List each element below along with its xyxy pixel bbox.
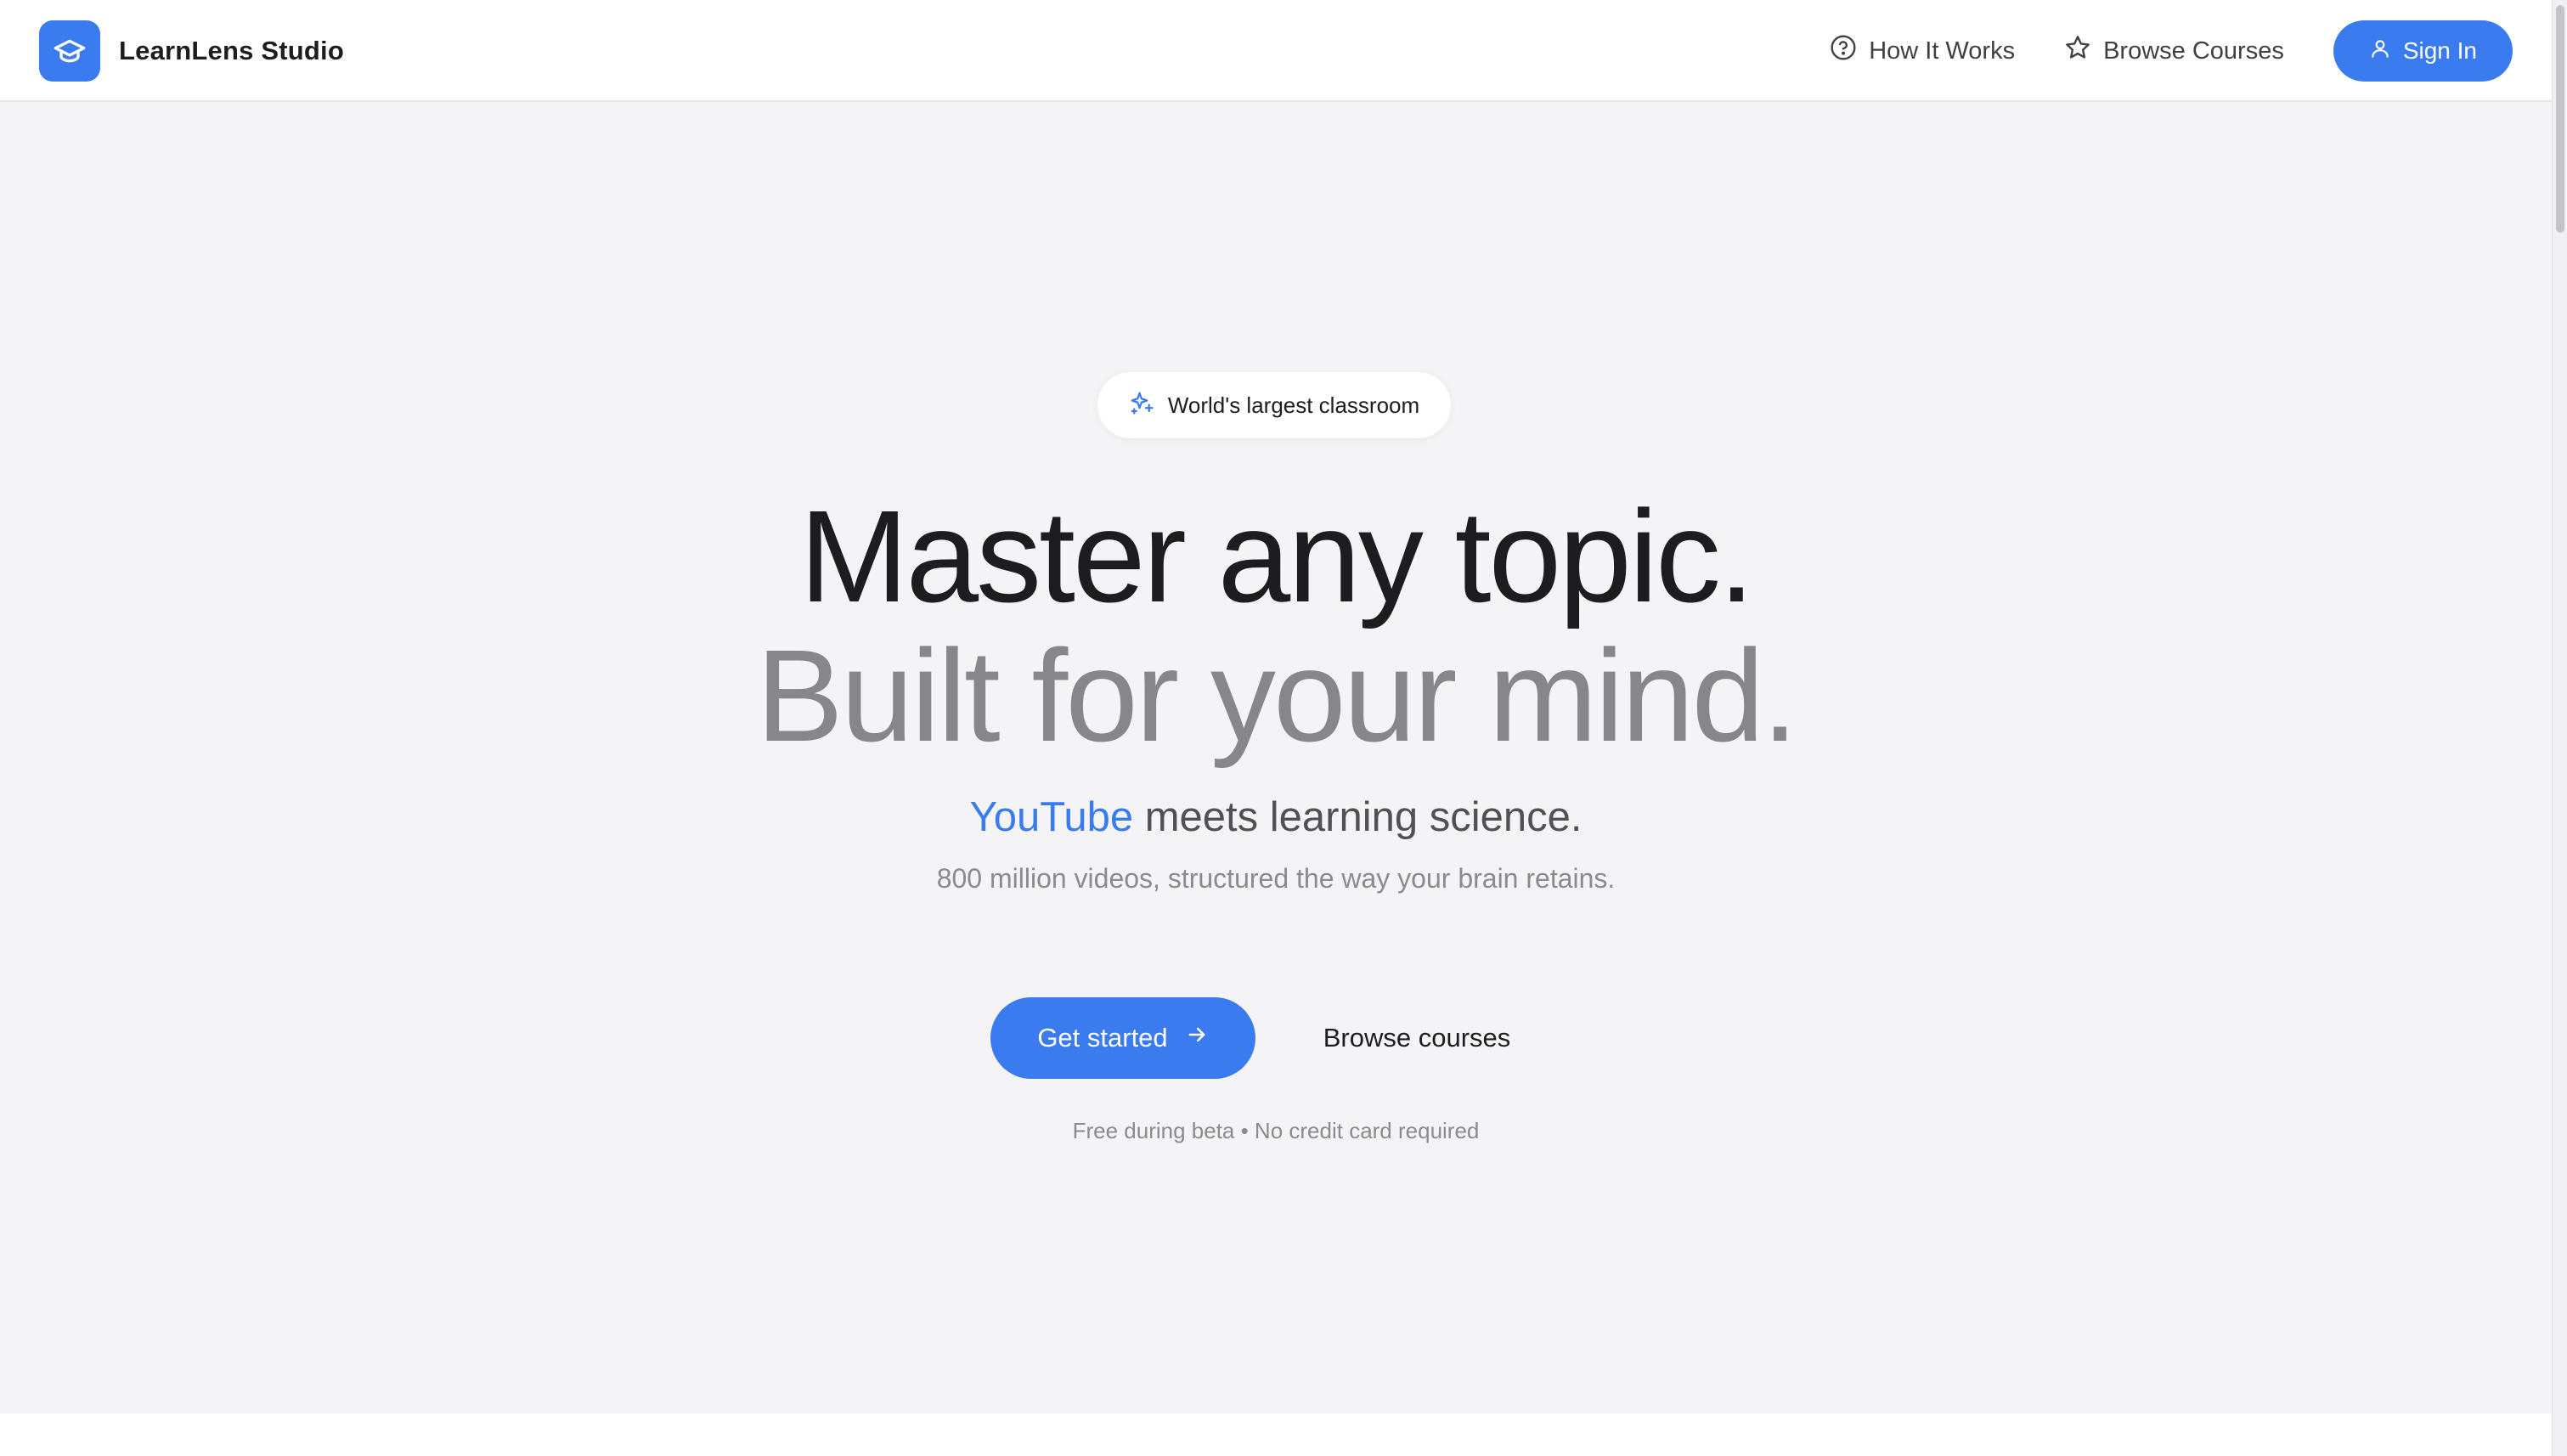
browse-courses-button[interactable]: Browse courses — [1300, 997, 1534, 1079]
hero-subline: 800 million videos, structured the way y… — [936, 863, 1616, 894]
page-scrollbar[interactable] — [2552, 0, 2567, 1456]
top-navbar: LearnLens Studio How It Works Browse Cou… — [0, 0, 2552, 102]
beta-note: Free during beta • No credit card requir… — [1072, 1118, 1480, 1143]
hero-tagline: YouTube meets learning science. — [0, 793, 2552, 841]
star-icon — [2064, 34, 2091, 68]
hero-headline-secondary: Built for your mind. — [756, 623, 1798, 769]
get-started-label: Get started — [1037, 1023, 1168, 1052]
main-nav: How It Works Browse Courses Sign In — [1830, 20, 2513, 82]
tagline-rest: meets learning science. — [1144, 794, 1583, 840]
get-started-button[interactable]: Get started — [990, 997, 1255, 1079]
nav-how-it-works-label: How It Works — [1869, 37, 2016, 65]
sign-in-button[interactable]: Sign In — [2333, 20, 2513, 82]
nav-how-it-works[interactable]: How It Works — [1830, 34, 2015, 68]
help-circle-icon — [1830, 34, 1857, 68]
hero-badge-label: World's largest classroom — [1167, 392, 1420, 418]
arrow-right-icon — [1185, 1023, 1209, 1053]
user-icon — [2369, 37, 2391, 65]
tagline-accent: YouTube — [969, 794, 1134, 840]
scrollbar-thumb[interactable] — [2556, 5, 2564, 233]
sparkles-icon — [1129, 390, 1154, 421]
nav-browse-courses[interactable]: Browse Courses — [2064, 34, 2284, 68]
landing-page: LearnLens Studio How It Works Browse Cou… — [0, 0, 2567, 1456]
hero-badge: World's largest classroom — [1097, 372, 1451, 438]
sign-in-label: Sign In — [2402, 37, 2477, 64]
graduation-cap-icon — [39, 20, 100, 82]
brand-name: LearnLens Studio — [119, 36, 345, 65]
hero-headline-primary: Master any topic. — [799, 483, 1755, 629]
next-section-edge — [0, 1414, 2552, 1456]
brand[interactable]: LearnLens Studio — [39, 20, 344, 82]
nav-browse-courses-label: Browse Courses — [2103, 37, 2284, 65]
